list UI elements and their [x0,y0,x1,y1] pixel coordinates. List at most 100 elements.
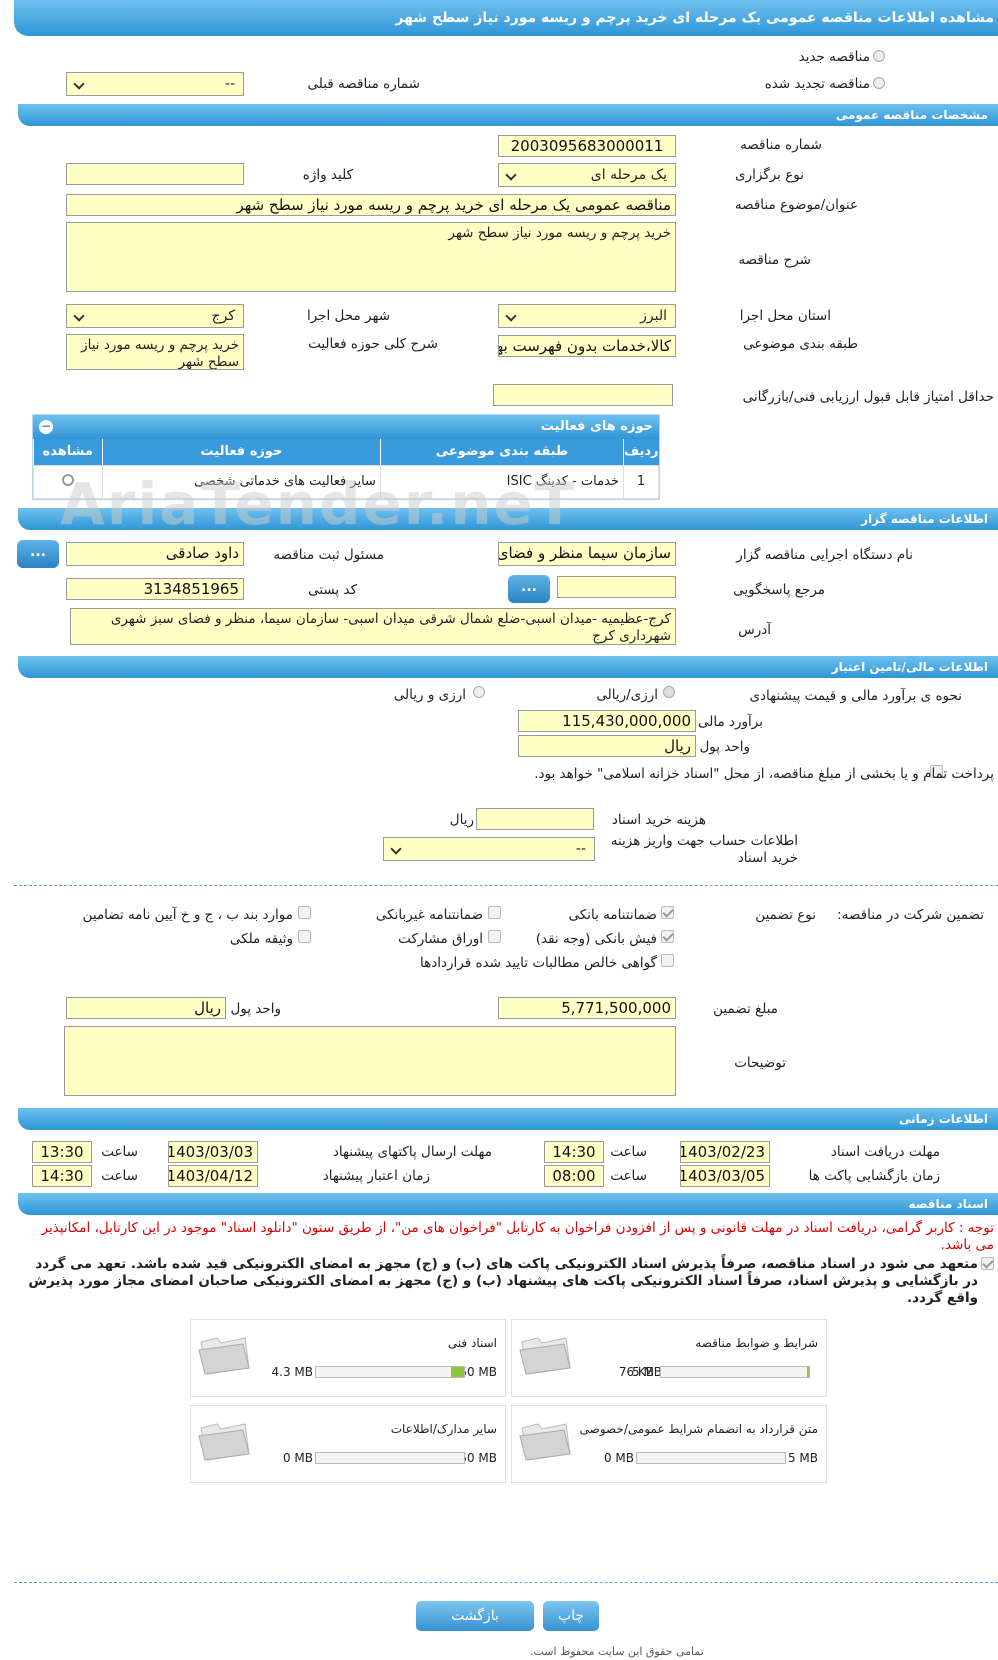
keyword-label: کلید واژه [302,167,353,183]
min-score-field[interactable] [493,384,673,406]
watermark-logo: AriaTender.neT [60,470,576,538]
section-timing: اطلاعات زمانی [18,1108,998,1130]
renewed-tender-radio[interactable] [873,77,885,89]
doc-card-terms[interactable]: شرایط و ضوابط مناقصه 5 MB 76 KB [511,1319,827,1397]
doc-deadline-label: مهلت دریافت اسناد [830,1144,940,1160]
bylaw-items-checkbox[interactable] [298,906,311,919]
claims-checkbox[interactable] [661,954,674,967]
number-label: شماره مناقصه [740,137,822,153]
col-activity: حوزه فعالیت [101,439,381,465]
bonds-checkbox[interactable] [488,930,501,943]
section-documents: اسناد مناقصه [18,1193,998,1215]
renewed-tender-label: مناقصه تجدید شده [764,76,870,92]
nonbank-guarantee-label: ضمانتنامه غیربانکی [375,907,483,923]
new-tender-radio[interactable] [873,50,885,62]
doc-name: متن قرارداد به انضمام شرایط عمومی/خصوصی [579,1422,818,1436]
org-label: نام دستگاه اجرایی مناقصه گزار [736,547,913,563]
participation-label: تضمین شرکت در مناقصه: [837,907,984,923]
account-label: اطلاعات حساب جهت واریز هزینه خرید اسناد [610,833,798,866]
bank-receipt-checkbox[interactable] [661,930,674,943]
section-general: مشخصات مناقصه عمومی [18,104,998,126]
col-row: ردیف [622,439,659,465]
bank-receipt-label: فیش بانکی (وجه نقد) [535,931,657,947]
chevron-down-icon [505,310,517,322]
estimate-label: برآورد مالی [697,714,763,730]
opening-date[interactable]: 1403/03/05 [680,1165,770,1187]
back-button[interactable]: بازگشت [416,1601,534,1631]
commitment-checkbox[interactable] [981,1257,994,1270]
doc-size: 4.3 MB [271,1365,313,1379]
category-field[interactable]: کالا،خدمات بدون فهرست بها [498,335,676,357]
description-field[interactable]: خرید پرچم و ریسه مورد نیاز سطح شهر [66,222,676,292]
folder-icon [198,1423,250,1461]
officer-field[interactable]: داود صادقی [66,542,244,566]
nonbank-guarantee-checkbox[interactable] [488,906,501,919]
address-field[interactable]: کرج-عظیمیه -میدان اسبی-ضلع شمال شرقی مید… [70,608,676,645]
method-opt1-radio[interactable] [663,686,675,698]
city-select[interactable]: کرج [66,304,244,328]
new-tender-label: مناقصه جدید [798,49,870,65]
time-label: ساعت [610,1168,647,1184]
doc-deadline-date[interactable]: 1403/02/23 [680,1141,770,1163]
section-financial: اطلاعات مالی/تامین اعتبار [18,656,998,678]
print-button[interactable]: چاپ [543,1601,599,1631]
method-opt1-label: ارزی/ریالی [596,687,658,703]
account-select[interactable]: -- [383,837,595,861]
ref-label: مرجع پاسخگویی [733,582,825,598]
activities-title-bar: حوزه های فعالیت − [33,415,659,439]
validity-label: زمان اعتبار پیشنهاد [322,1168,430,1184]
method-opt2-radio[interactable] [473,686,485,698]
submit-deadline-date[interactable]: 1403/03/03 [168,1141,258,1163]
subject-label: عنوان/موضوع مناقصه [734,197,858,213]
number-field[interactable]: 2003095683000011 [498,135,676,157]
holding-select[interactable]: یک مرحله ای [498,163,676,187]
previous-no-label: شماره مناقصه قبلی [307,76,420,92]
doc-progress [315,1366,465,1378]
estimate-field[interactable]: 115,430,000,000 [518,710,696,732]
scope-field[interactable]: خرید پرچم و ریسه مورد نیاز سطح شهر [66,334,244,370]
amount-field[interactable]: 5,771,500,000 [498,997,676,1019]
method-opt2-label: ارزی و ریالی [393,687,466,703]
province-select[interactable]: البرز [498,304,676,328]
amount-label: مبلغ تضمین [713,1001,778,1017]
subject-field[interactable]: مناقصه عمومی یک مرحله ای خرید پرچم و ریس… [66,194,676,216]
org-field[interactable]: سازمان سیما منظر و فضای سبز شهری [498,542,676,566]
doc-card-other[interactable]: سایر مدارک/اطلاعات 50 MB 0 MB [190,1405,506,1483]
postal-field[interactable]: 3134851965 [66,578,244,600]
doc-size: 76 KB [618,1365,654,1379]
doc-cost-field[interactable] [476,808,594,830]
validity-time[interactable]: 14:30 [32,1165,92,1187]
property-label: وثیقه ملکی [229,931,293,947]
submit-deadline-time[interactable]: 13:30 [32,1141,92,1163]
collapse-icon[interactable]: − [39,420,53,434]
unit-field[interactable]: ریال [66,997,226,1019]
claims-label: گواهی خالص مطالبات تایید شده قراردادها [420,955,657,971]
doc-card-contract[interactable]: متن قرارداد به انضمام شرایط عمومی/خصوصی … [511,1405,827,1483]
previous-no-select[interactable]: -- [66,72,244,96]
bank-guarantee-checkbox[interactable] [661,906,674,919]
description-label: شرح مناقصه [738,252,811,268]
ref-field[interactable] [557,576,676,598]
scope-label: شرح کلی حوزه فعالیت [308,336,438,352]
doc-card-technical[interactable]: اسناد فنی 50 MB 4.3 MB [190,1319,506,1397]
watermark-text: AriaTender.neT [60,470,577,538]
keyword-field[interactable] [66,163,244,185]
property-checkbox[interactable] [298,930,311,943]
time-label: ساعت [610,1144,647,1160]
doc-deadline-time[interactable]: 14:30 [544,1141,604,1163]
time-label: ساعت [101,1144,138,1160]
validity-date[interactable]: 1403/04/12 [168,1165,258,1187]
opening-time[interactable]: 08:00 [544,1165,604,1187]
activities-title: حوزه های فعالیت [540,419,653,434]
time-label: ساعت [101,1168,138,1184]
col-category: طبقه بندی موضوعی [379,439,624,465]
chevron-down-icon [73,310,85,322]
officer-lookup-button[interactable]: ... [17,540,59,568]
doc-name: سایر مدارک/اطلاعات [390,1422,497,1436]
notes-field[interactable] [64,1026,676,1096]
bank-guarantee-label: ضمانتنامه بانکی [568,907,658,923]
ref-lookup-button[interactable]: ... [508,575,550,603]
bylaw-items-label: موارد بند ب ، ج و خ آیین نامه تضامین [82,907,293,923]
currency-field[interactable]: ریال [518,735,696,757]
folder-icon [198,1337,250,1375]
